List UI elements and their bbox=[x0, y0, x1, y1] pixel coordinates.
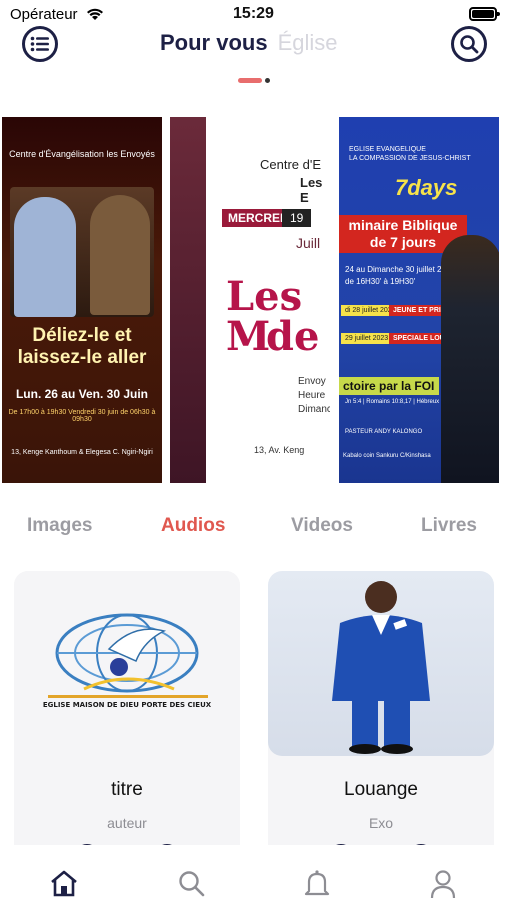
slide1-date: Lun. 26 au Ven. 30 Juin bbox=[15, 387, 149, 401]
slide3-org: EGLISE EVANGELIQUE LA COMPASSION DE JESU… bbox=[349, 145, 471, 163]
slide3-brand: 7days bbox=[395, 175, 458, 200]
tab-livres[interactable]: Livres bbox=[421, 515, 477, 537]
slide1-schedule: De 17h00 à 19h30 Vendredi 30 juin de 06h… bbox=[8, 409, 156, 423]
slide3-hours: de 16H30' à 19H30' bbox=[345, 277, 416, 286]
profile-icon bbox=[430, 870, 456, 899]
church-logo bbox=[48, 613, 208, 698]
clock: 15:29 bbox=[233, 5, 274, 22]
tab-notifications[interactable] bbox=[297, 869, 337, 900]
slide3-dates: 24 au Dimanche 30 juillet 2023 bbox=[345, 265, 455, 274]
slide2-title-b: de bbox=[266, 313, 320, 360]
audio-card-title: titre bbox=[111, 779, 143, 800]
page-indicator bbox=[238, 78, 270, 83]
audio-card-cover: EGLISE MAISON DE DIEU PORTE DES CIEUX bbox=[14, 571, 240, 756]
slide3-pastor: PASTEUR ANDY KALONGO bbox=[345, 429, 423, 435]
banner-slide-2[interactable]: Centre d'E Les E MERCREDI 19 Juill Les M… bbox=[170, 117, 330, 483]
audio-card[interactable]: EGLISE MAISON DE DIEU PORTE DES CIEUX ti… bbox=[14, 571, 240, 861]
audio-card-author: auteur bbox=[107, 815, 147, 831]
slide1-person-left bbox=[14, 197, 76, 317]
battery-icon bbox=[469, 7, 500, 21]
search-icon bbox=[460, 35, 479, 54]
feed-tabs: Pour vous Église bbox=[160, 30, 338, 56]
bottom-tab-bar bbox=[0, 845, 507, 900]
slide2-line2: Les E bbox=[300, 175, 323, 205]
bell-icon bbox=[304, 870, 330, 896]
slide3-org-line: LA COMPASSION DE JESUS-CHRIST bbox=[349, 155, 471, 162]
slide2-detail: Heure bbox=[298, 390, 326, 401]
slide2-month: Juill bbox=[296, 235, 321, 251]
tab-pour-vous[interactable]: Pour vous bbox=[160, 30, 268, 56]
slide3-footer: Kabalo coin Sankuru C/Kinshasa bbox=[343, 453, 431, 459]
page-indicator-active bbox=[238, 78, 262, 83]
tab-home[interactable] bbox=[44, 869, 84, 900]
tab-search[interactable] bbox=[171, 869, 211, 900]
home-icon bbox=[51, 870, 77, 897]
slide3-victory: ctoire par la FOI bbox=[339, 377, 439, 395]
audio-card[interactable]: Louange Exo bbox=[268, 571, 494, 861]
category-tabs: Images Audios Videos Livres bbox=[0, 515, 507, 545]
banner-slide-3[interactable]: EGLISE EVANGELIQUE LA COMPASSION DE JESU… bbox=[339, 117, 499, 483]
slide2-line1: Centre d'E bbox=[260, 157, 322, 172]
slide1-headline: Déliez-le et laissez-le aller bbox=[17, 325, 147, 368]
banner-slide-1[interactable]: Centre d'Évangélisation les Envoyés Déli… bbox=[2, 117, 162, 483]
list-icon bbox=[30, 36, 49, 52]
search-icon bbox=[179, 871, 205, 897]
slide2-detail: Dimanch bbox=[298, 404, 330, 415]
tab-videos[interactable]: Videos bbox=[291, 515, 353, 537]
slide2-day-num: 19 bbox=[282, 209, 312, 227]
audio-card-cover bbox=[268, 571, 494, 756]
slide1-address: 13, Kenge Kanthoum & Elegesa C. Ngiri-Ng… bbox=[11, 449, 153, 456]
top-bar: Pour vous Église bbox=[0, 24, 507, 68]
slide2-side-photo bbox=[170, 117, 206, 483]
tab-profile[interactable] bbox=[423, 869, 463, 900]
search-button[interactable] bbox=[451, 26, 487, 62]
slide3-tag2-date: 29 juillet 2023 bbox=[341, 333, 393, 344]
page-indicator-dot bbox=[265, 78, 270, 83]
church-logo-text: EGLISE MAISON DE DIEU PORTE DES CIEUX bbox=[42, 701, 212, 709]
audio-card-author: Exo bbox=[368, 815, 394, 831]
slide2-address: 13, Av. Keng bbox=[254, 445, 305, 455]
audio-card-title: Louange bbox=[344, 779, 418, 800]
slide2-detail: Envoy bbox=[298, 376, 326, 387]
speaker-photo bbox=[332, 581, 430, 754]
slide3-refs: Jn 5:4 | Romains 10:8,17 | Hébreux 11 bbox=[345, 399, 448, 405]
slide1-person-right bbox=[90, 195, 150, 315]
slide2-details: Envoy Heure Dimanch bbox=[298, 375, 330, 417]
slide3-person bbox=[441, 235, 499, 483]
banner-carousel[interactable]: Centre d'Évangélisation les Envoyés Déli… bbox=[0, 117, 507, 483]
tab-images[interactable]: Images bbox=[27, 515, 92, 537]
tab-eglise[interactable]: Église bbox=[278, 30, 338, 56]
slide1-header: Centre d'Évangélisation les Envoyés bbox=[9, 149, 155, 159]
slide3-org-line: EGLISE EVANGELIQUE bbox=[349, 146, 426, 153]
tab-audios[interactable]: Audios bbox=[161, 515, 225, 537]
menu-button[interactable] bbox=[22, 26, 58, 62]
